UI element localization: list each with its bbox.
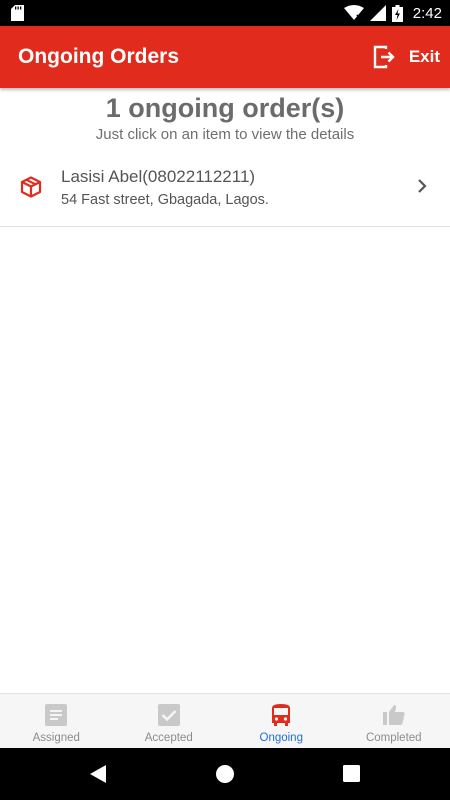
chevron-right-icon (418, 179, 427, 193)
status-bar: 2:42 (0, 0, 450, 26)
screen: 2:42 Ongoing Orders Exit 1 ongoing order… (0, 0, 450, 800)
orders-summary: 1 ongoing order(s) Just click on an item… (0, 92, 450, 143)
app-bar: Ongoing Orders Exit (0, 26, 450, 88)
clock: 2:42 (412, 4, 442, 22)
accepted-icon (157, 704, 180, 726)
tab-label: Assigned (32, 732, 80, 744)
exit-icon (373, 45, 395, 69)
tab-label: Accepted (144, 732, 193, 744)
bus-icon (272, 704, 291, 726)
thumbs-up-icon (382, 705, 405, 725)
tab-label: Completed (365, 732, 422, 744)
wifi-icon (343, 5, 364, 20)
exit-button[interactable]: Exit (370, 39, 442, 75)
order-list-item[interactable]: Lasisi Abel(08022112211) 54 Fast street,… (0, 152, 450, 227)
status-icons: 2:42 (343, 0, 442, 26)
system-navigation-bar (0, 748, 450, 800)
tab-completed[interactable]: Completed (338, 694, 450, 748)
battery-icon (391, 4, 403, 22)
page-title: Ongoing Orders (18, 45, 180, 68)
package-icon (20, 176, 42, 198)
order-count: 1 ongoing order(s) (105, 93, 345, 123)
tab-accepted[interactable]: Accepted (113, 694, 226, 748)
assigned-icon (45, 704, 68, 726)
bottom-navigation: Assigned Accepted Ongoing Completed (0, 693, 450, 748)
customer-address: 54 Fast street, Gbagada, Lagos. (61, 192, 269, 208)
back-icon[interactable] (89, 764, 107, 784)
signal-icon (369, 5, 386, 21)
sd-card-icon (11, 5, 24, 21)
recents-icon[interactable] (343, 765, 360, 782)
exit-label: Exit (408, 47, 440, 66)
tab-ongoing[interactable]: Ongoing (225, 694, 338, 748)
instruction-text: Just click on an item to view the detail… (95, 126, 355, 143)
customer-name: Lasisi Abel(08022112211) (61, 167, 256, 186)
tab-assigned[interactable]: Assigned (0, 694, 113, 748)
home-icon[interactable] (215, 764, 235, 784)
tab-label: Ongoing (259, 732, 303, 744)
